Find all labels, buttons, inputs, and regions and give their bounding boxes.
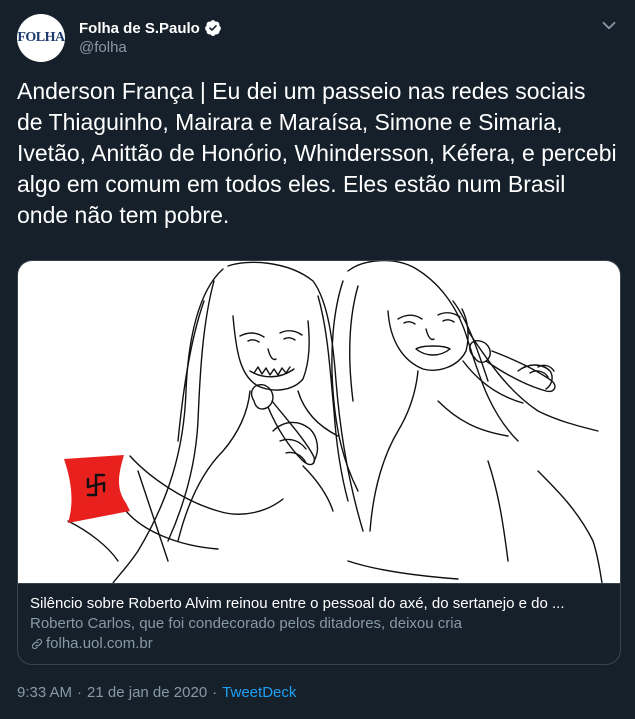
link-card[interactable]: Silêncio sobre Roberto Alvim reinou entr… [17,260,621,665]
card-title[interactable]: Silêncio sobre Roberto Alvim reinou entr… [30,594,608,614]
card-domain-text[interactable]: folha.uol.com.br [46,634,153,654]
link-icon [31,638,43,650]
meta-separator: · [77,684,83,701]
display-name[interactable]: Folha de S.Paulo [79,20,200,37]
tweet-source[interactable]: TweetDeck [222,684,296,701]
card-domain[interactable]: folha.uol.com.br [30,634,608,654]
card-illustration[interactable] [18,261,620,583]
card-description: Roberto Carlos, que foi condecorado pelo… [30,615,462,632]
author-handle[interactable]: @folha [79,39,127,56]
tweet-time[interactable]: 9:33 AM [17,684,72,701]
tweet-date[interactable]: 21 de jan de 2020 [87,684,207,701]
chevron-down-icon[interactable] [600,16,618,34]
sketch-illustration [64,261,603,583]
avatar-logo-text: FOLHA [17,30,65,45]
tweet-header: FOLHA Folha de S.Paulo @folha [17,14,618,62]
avatar[interactable]: FOLHA [17,14,65,62]
verified-badge-icon [204,20,221,36]
tweet-meta: 9:33 AM · 21 de jan de 2020 · TweetDeck [17,684,296,701]
meta-separator-2: · [212,684,218,701]
tweet-text: Anderson França | Eu dei um passeio nas … [17,78,617,228]
author-name-row[interactable]: Folha de S.Paulo [79,19,222,37]
card-body[interactable]: Silêncio sobre Roberto Alvim reinou entr… [18,583,620,664]
